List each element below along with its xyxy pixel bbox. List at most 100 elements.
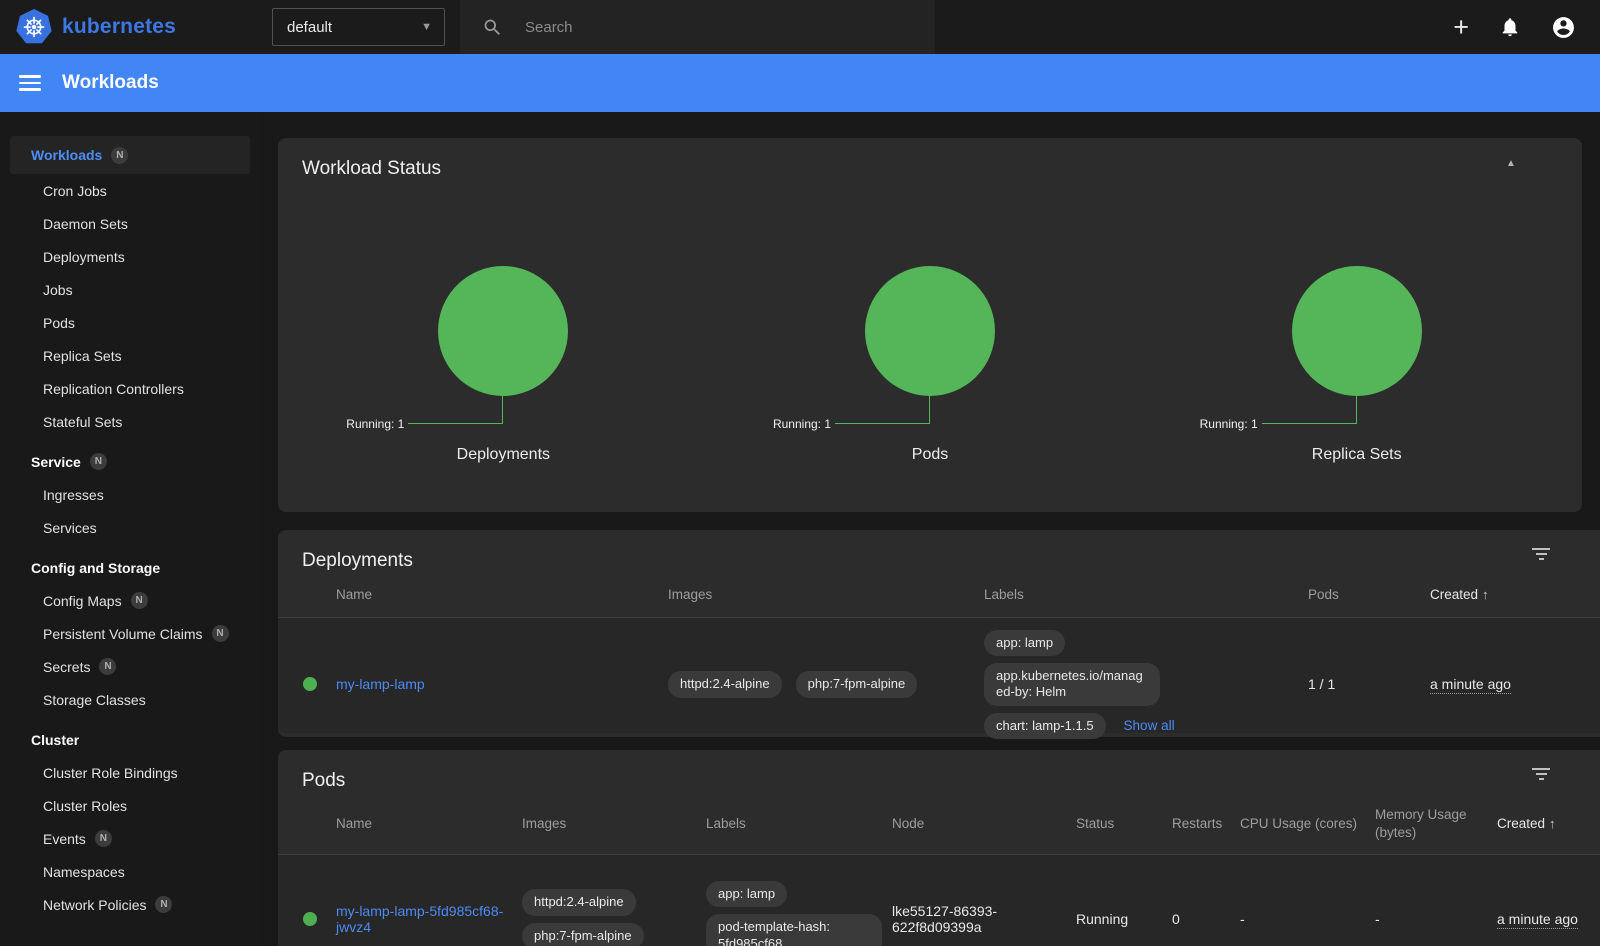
notifications-icon[interactable]	[1499, 16, 1521, 38]
sidebar-item-replication-controllers[interactable]: Replication Controllers	[10, 372, 250, 405]
chart-leader: Running: 1	[290, 396, 717, 424]
node-name: lke55127-86393-622f8d09399a	[892, 903, 1042, 935]
search-bar[interactable]	[460, 0, 935, 54]
images-cell: httpd:2.4-alpinephp:7-fpm-alpine	[668, 671, 984, 697]
chart-annotation: Running: 1	[346, 417, 404, 431]
chart-annotation: Running: 1	[773, 417, 831, 431]
column-header-created[interactable]: Created↑	[1430, 586, 1600, 604]
sidebar-item-config-maps[interactable]: Config MapsN	[10, 584, 250, 617]
filter-icon[interactable]	[1532, 548, 1550, 563]
column-header-name[interactable]: Name	[336, 586, 668, 604]
sidebar-item-network-policies[interactable]: Network PoliciesN	[10, 888, 250, 921]
column-header-images[interactable]: Images	[668, 586, 984, 604]
workload-chart-pods: Running: 1 Pods	[717, 266, 1144, 464]
relative-time: a minute ago	[1497, 911, 1578, 929]
sidebar-item-config-and-storage: Config and Storage	[10, 551, 250, 584]
create-resource-button[interactable]: +	[1453, 14, 1469, 41]
sidebar-item-namespaces[interactable]: Namespaces	[10, 855, 250, 888]
deployments-table-row[interactable]: my-lamp-lamp httpd:2.4-alpinephp:7-fpm-al…	[278, 618, 1600, 733]
workload-status-charts: Running: 1DeploymentsRunning: 1PodsRunni…	[278, 266, 1582, 464]
sort-ascending-icon: ↑	[1549, 816, 1556, 831]
column-header-name[interactable]: Name	[336, 815, 522, 833]
column-header-labels[interactable]: Labels	[706, 815, 892, 833]
namespace-value: default	[287, 19, 332, 36]
kubernetes-logo-icon	[16, 9, 52, 45]
leader-line	[408, 396, 503, 424]
sidebar-item-storage-classes[interactable]: Storage Classes	[10, 683, 250, 716]
sidebar-item-services[interactable]: Services	[10, 511, 250, 544]
sidebar-item-workloads[interactable]: Workloads N	[10, 136, 250, 174]
sidebar-item-events[interactable]: EventsN	[10, 822, 250, 855]
brand[interactable]: kubernetes	[0, 9, 272, 45]
pods-card: Pods NameImagesLabelsNodeStatusRestartsC…	[278, 750, 1600, 946]
pods-title: Pods	[278, 750, 1600, 798]
column-header-memory-usage-bytes[interactable]: Memory Usage (bytes)	[1375, 806, 1497, 841]
label-chip: app: lamp	[984, 630, 1065, 656]
sidebar-item-cluster-roles[interactable]: Cluster Roles	[10, 789, 250, 822]
created-cell: a minute ago	[1430, 676, 1600, 692]
sidebar-item-cluster-role-bindings[interactable]: Cluster Role Bindings	[10, 756, 250, 789]
workload-status-card: Workload Status ▲ Running: 1DeploymentsR…	[278, 138, 1582, 512]
label-chip: php:7-fpm-alpine	[796, 671, 918, 697]
sidebar-item-secrets[interactable]: Secrets N	[10, 650, 250, 683]
top-bar: kubernetes default ▼ +	[0, 0, 1600, 54]
sidebar-item-label: Config Maps	[43, 593, 122, 609]
label-chip: php:7-fpm-alpine	[522, 923, 644, 946]
search-input[interactable]	[525, 19, 885, 36]
column-header-restarts[interactable]: Restarts	[1172, 815, 1240, 833]
column-header-cpu-usage-cores[interactable]: CPU Usage (cores)	[1240, 815, 1375, 833]
sidebar-item-label: Workloads	[31, 147, 102, 163]
column-header-labels[interactable]: Labels	[984, 586, 1308, 604]
filter-icon[interactable]	[1532, 768, 1550, 783]
leader-line	[835, 396, 930, 424]
new-badge: N	[95, 830, 112, 847]
sidebar-item-service: ServiceN	[10, 445, 250, 478]
account-icon[interactable]	[1551, 15, 1576, 40]
sidebar-item-label: Pods	[43, 315, 75, 331]
column-header-node[interactable]: Node	[892, 815, 1076, 833]
column-header-status[interactable]: Status	[1076, 815, 1172, 833]
brand-title: kubernetes	[62, 15, 176, 39]
sidebar-item-jobs[interactable]: Jobs	[10, 273, 250, 306]
collapse-card-icon[interactable]: ▲	[1502, 154, 1520, 173]
sidebar-item-label: Persistent Volume Claims	[43, 626, 203, 642]
sidebar-item-label: Stateful Sets	[43, 414, 122, 430]
chart-label: Pods	[912, 446, 948, 464]
new-badge: N	[99, 658, 116, 675]
sidebar-item-label: Cluster	[31, 732, 79, 748]
chevron-down-icon: ▼	[421, 21, 432, 33]
sidebar-item-stateful-sets[interactable]: Stateful Sets	[10, 405, 250, 438]
sidebar-item-label: Storage Classes	[43, 692, 146, 708]
new-badge: N	[111, 147, 128, 164]
sidebar-item-label: Secrets	[43, 659, 90, 675]
namespace-selector[interactable]: default ▼	[272, 8, 445, 46]
chart-label: Replica Sets	[1312, 446, 1402, 464]
status-dot-cell	[278, 677, 336, 691]
pie-chart	[1292, 266, 1422, 396]
show-all-link[interactable]: Show all	[1124, 718, 1175, 733]
column-header-pods[interactable]: Pods	[1308, 586, 1430, 604]
images-cell: httpd:2.4-alpinephp:7-fpm-alpine	[522, 889, 706, 946]
sidebar-item-pods[interactable]: Pods	[10, 306, 250, 339]
sidebar-item-replica-sets[interactable]: Replica Sets	[10, 339, 250, 372]
cpu-usage-cell: -	[1240, 911, 1375, 927]
sidebar-item-label: Jobs	[43, 282, 73, 298]
sidebar-item-daemon-sets[interactable]: Daemon Sets	[10, 207, 250, 240]
resource-link[interactable]: my-lamp-lamp-5fd985cf68-jwvz4	[336, 903, 508, 935]
sidebar-item-ingresses[interactable]: Ingresses	[10, 478, 250, 511]
sidebar-item-label: Replication Controllers	[43, 381, 184, 397]
sidebar-item-deployments[interactable]: Deployments	[10, 240, 250, 273]
label-chip: app: lamp	[706, 881, 787, 907]
labels-cell: app: lamppod-template-hash: 5fd985cf68	[706, 881, 892, 946]
column-header-created[interactable]: Created↑	[1497, 815, 1600, 833]
sidebar-item-cron-jobs[interactable]: Cron Jobs	[10, 174, 250, 207]
pods-count-cell: 1 / 1	[1308, 676, 1430, 692]
labels-last-line: chart: lamp-1.1.5Show all	[984, 713, 1175, 739]
sidebar-item-persistent-volume-claims[interactable]: Persistent Volume ClaimsN	[10, 617, 250, 650]
column-header-images[interactable]: Images	[522, 815, 706, 833]
workload-chart-replica-sets: Running: 1Replica Sets	[1143, 266, 1570, 464]
main-content: Workload Status ▲ Running: 1DeploymentsR…	[260, 112, 1600, 946]
resource-link[interactable]: my-lamp-lamp	[336, 676, 425, 692]
pods-table-row[interactable]: my-lamp-lamp-5fd985cf68-jwvz4 httpd:2.4-a…	[278, 855, 1600, 946]
menu-icon[interactable]	[19, 71, 41, 95]
